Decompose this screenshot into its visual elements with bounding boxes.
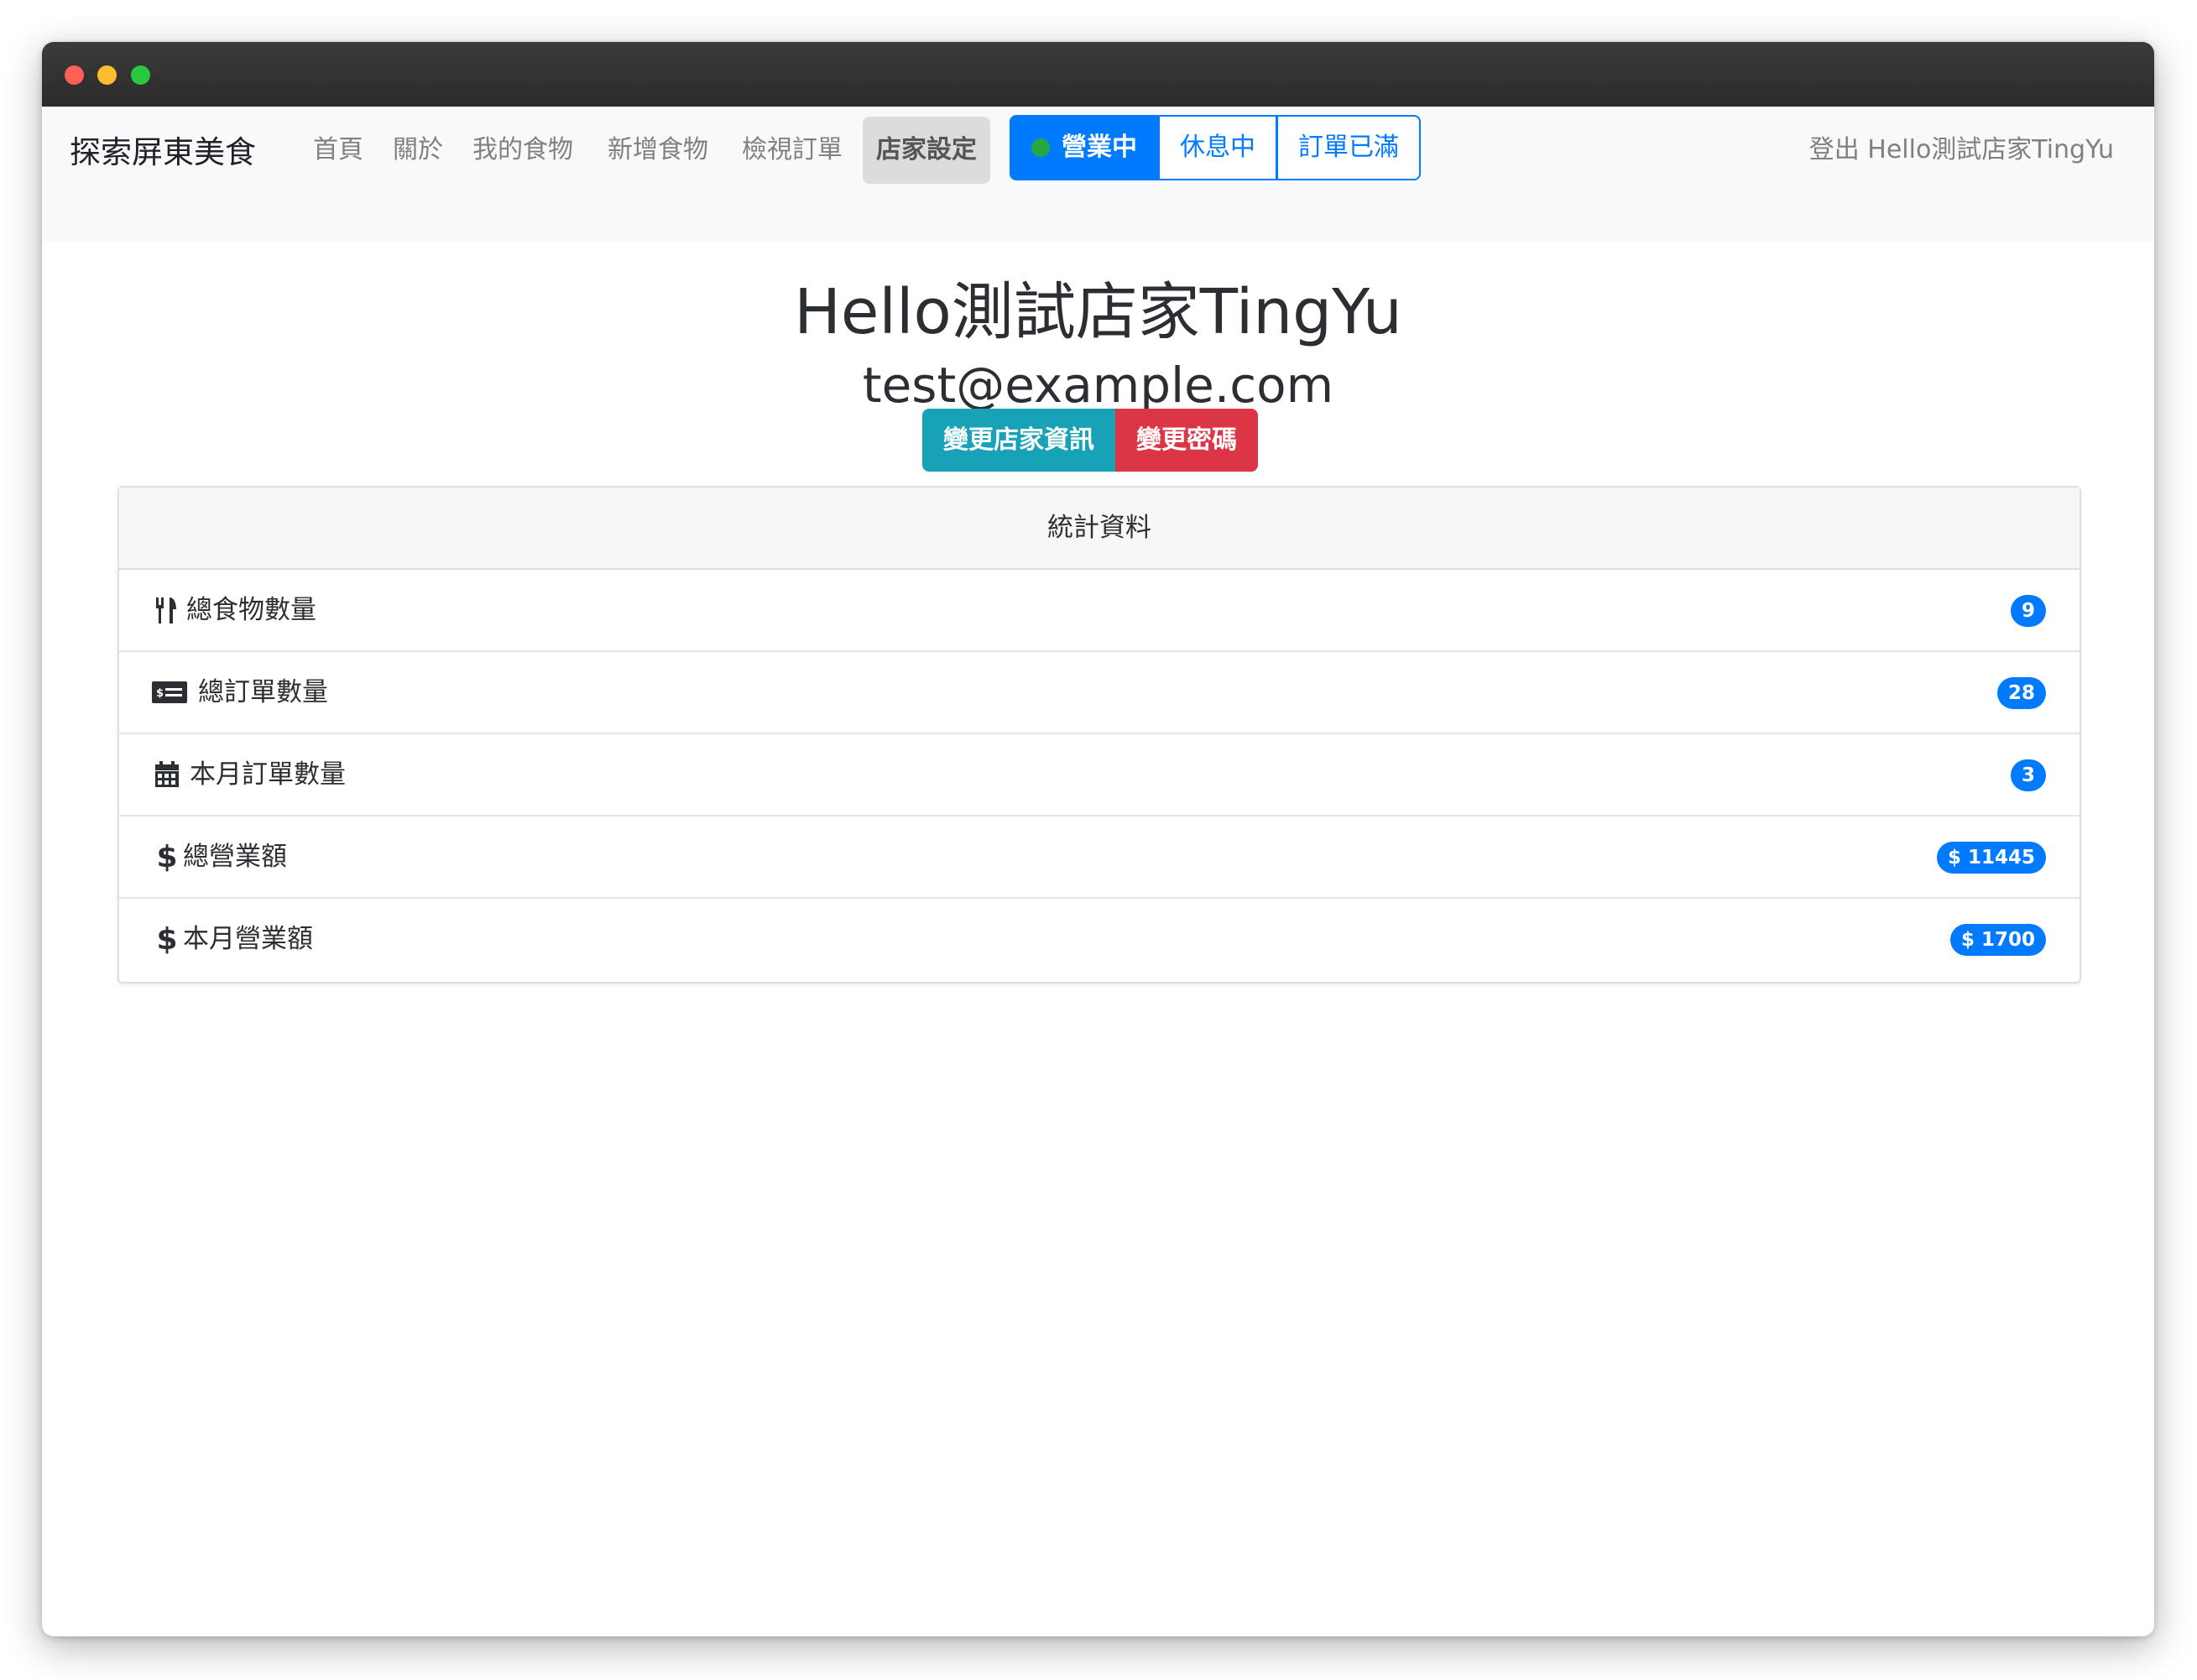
- utensils-icon: [151, 595, 183, 625]
- minimize-window-button[interactable]: [97, 65, 117, 85]
- status-resting-button[interactable]: 休息中: [1159, 115, 1277, 180]
- profile-actions: 變更店家資訊 變更密碼: [922, 409, 1258, 472]
- stat-label: 總食物數量: [186, 595, 316, 625]
- maximize-window-button[interactable]: [131, 65, 150, 85]
- window-titlebar: [42, 42, 2154, 107]
- svg-text:$: $: [156, 687, 164, 700]
- browser-window: 探索屏東美食 首頁 關於 我的食物 新增食物 檢視訂單 店家設定 營業中 休息中…: [42, 42, 2154, 1636]
- stat-badge: 28: [1996, 677, 2046, 709]
- stat-total-food: 總食物數量 9: [119, 570, 2080, 652]
- stat-badge: $ 11445: [1936, 842, 2046, 874]
- change-password-button[interactable]: 變更密碼: [1115, 409, 1258, 472]
- stat-badge: 9: [2010, 595, 2046, 627]
- logout-link[interactable]: 登出 Hello測試店家TingYu: [1809, 117, 2114, 184]
- stat-badge: $ 1700: [1949, 924, 2046, 956]
- nav-store-settings[interactable]: 店家設定: [863, 117, 990, 184]
- stat-label: 本月訂單數量: [190, 759, 346, 790]
- stat-monthly-revenue: $ 本月營業額 $ 1700: [119, 899, 2080, 979]
- store-name-heading: Hello測試店家TingYu: [794, 276, 1402, 348]
- money-bill-icon: $: [151, 677, 188, 707]
- dollar-icon: $: [156, 839, 178, 874]
- nav-view-orders[interactable]: 檢視訂單: [742, 117, 843, 184]
- dollar-icon: $: [156, 921, 178, 957]
- stats-card-header: 統計資料: [119, 488, 2080, 570]
- store-status-group: 營業中 休息中 訂單已滿: [1010, 115, 1421, 180]
- stat-label: 總營業額: [183, 842, 287, 872]
- status-open-label: 營業中: [1062, 133, 1137, 162]
- status-open-button[interactable]: 營業中: [1010, 115, 1159, 180]
- store-email: test@example.com: [862, 357, 1334, 414]
- brand-logo[interactable]: 探索屏東美食: [70, 107, 256, 199]
- close-window-button[interactable]: [65, 65, 84, 85]
- stat-total-revenue: $ 總營業額 $ 11445: [119, 817, 2080, 899]
- status-dot-icon: [1031, 138, 1050, 157]
- edit-store-info-button[interactable]: 變更店家資訊: [922, 409, 1115, 472]
- top-navbar: 探索屏東美食 首頁 關於 我的食物 新增食物 檢視訂單 店家設定 營業中 休息中…: [42, 107, 2154, 242]
- status-full-button[interactable]: 訂單已滿: [1277, 115, 1421, 180]
- calendar-icon: [151, 759, 183, 790]
- stat-total-orders: $ 總訂單數量 28: [119, 652, 2080, 734]
- stat-monthly-orders: 本月訂單數量 3: [119, 734, 2080, 817]
- nav-my-food[interactable]: 我的食物: [472, 117, 573, 184]
- nav-home[interactable]: 首頁: [313, 117, 363, 184]
- stat-label: 總訂單數量: [198, 677, 328, 707]
- stat-label: 本月營業額: [183, 924, 313, 954]
- stats-card: 統計資料 總食物數量 9 $ 總訂單數量 28 本月訂單數量 3 $ 總營業額 …: [117, 486, 2081, 983]
- stat-badge: 3: [2010, 759, 2046, 791]
- nav-about[interactable]: 關於: [393, 117, 443, 184]
- nav-add-food[interactable]: 新增食物: [608, 117, 708, 184]
